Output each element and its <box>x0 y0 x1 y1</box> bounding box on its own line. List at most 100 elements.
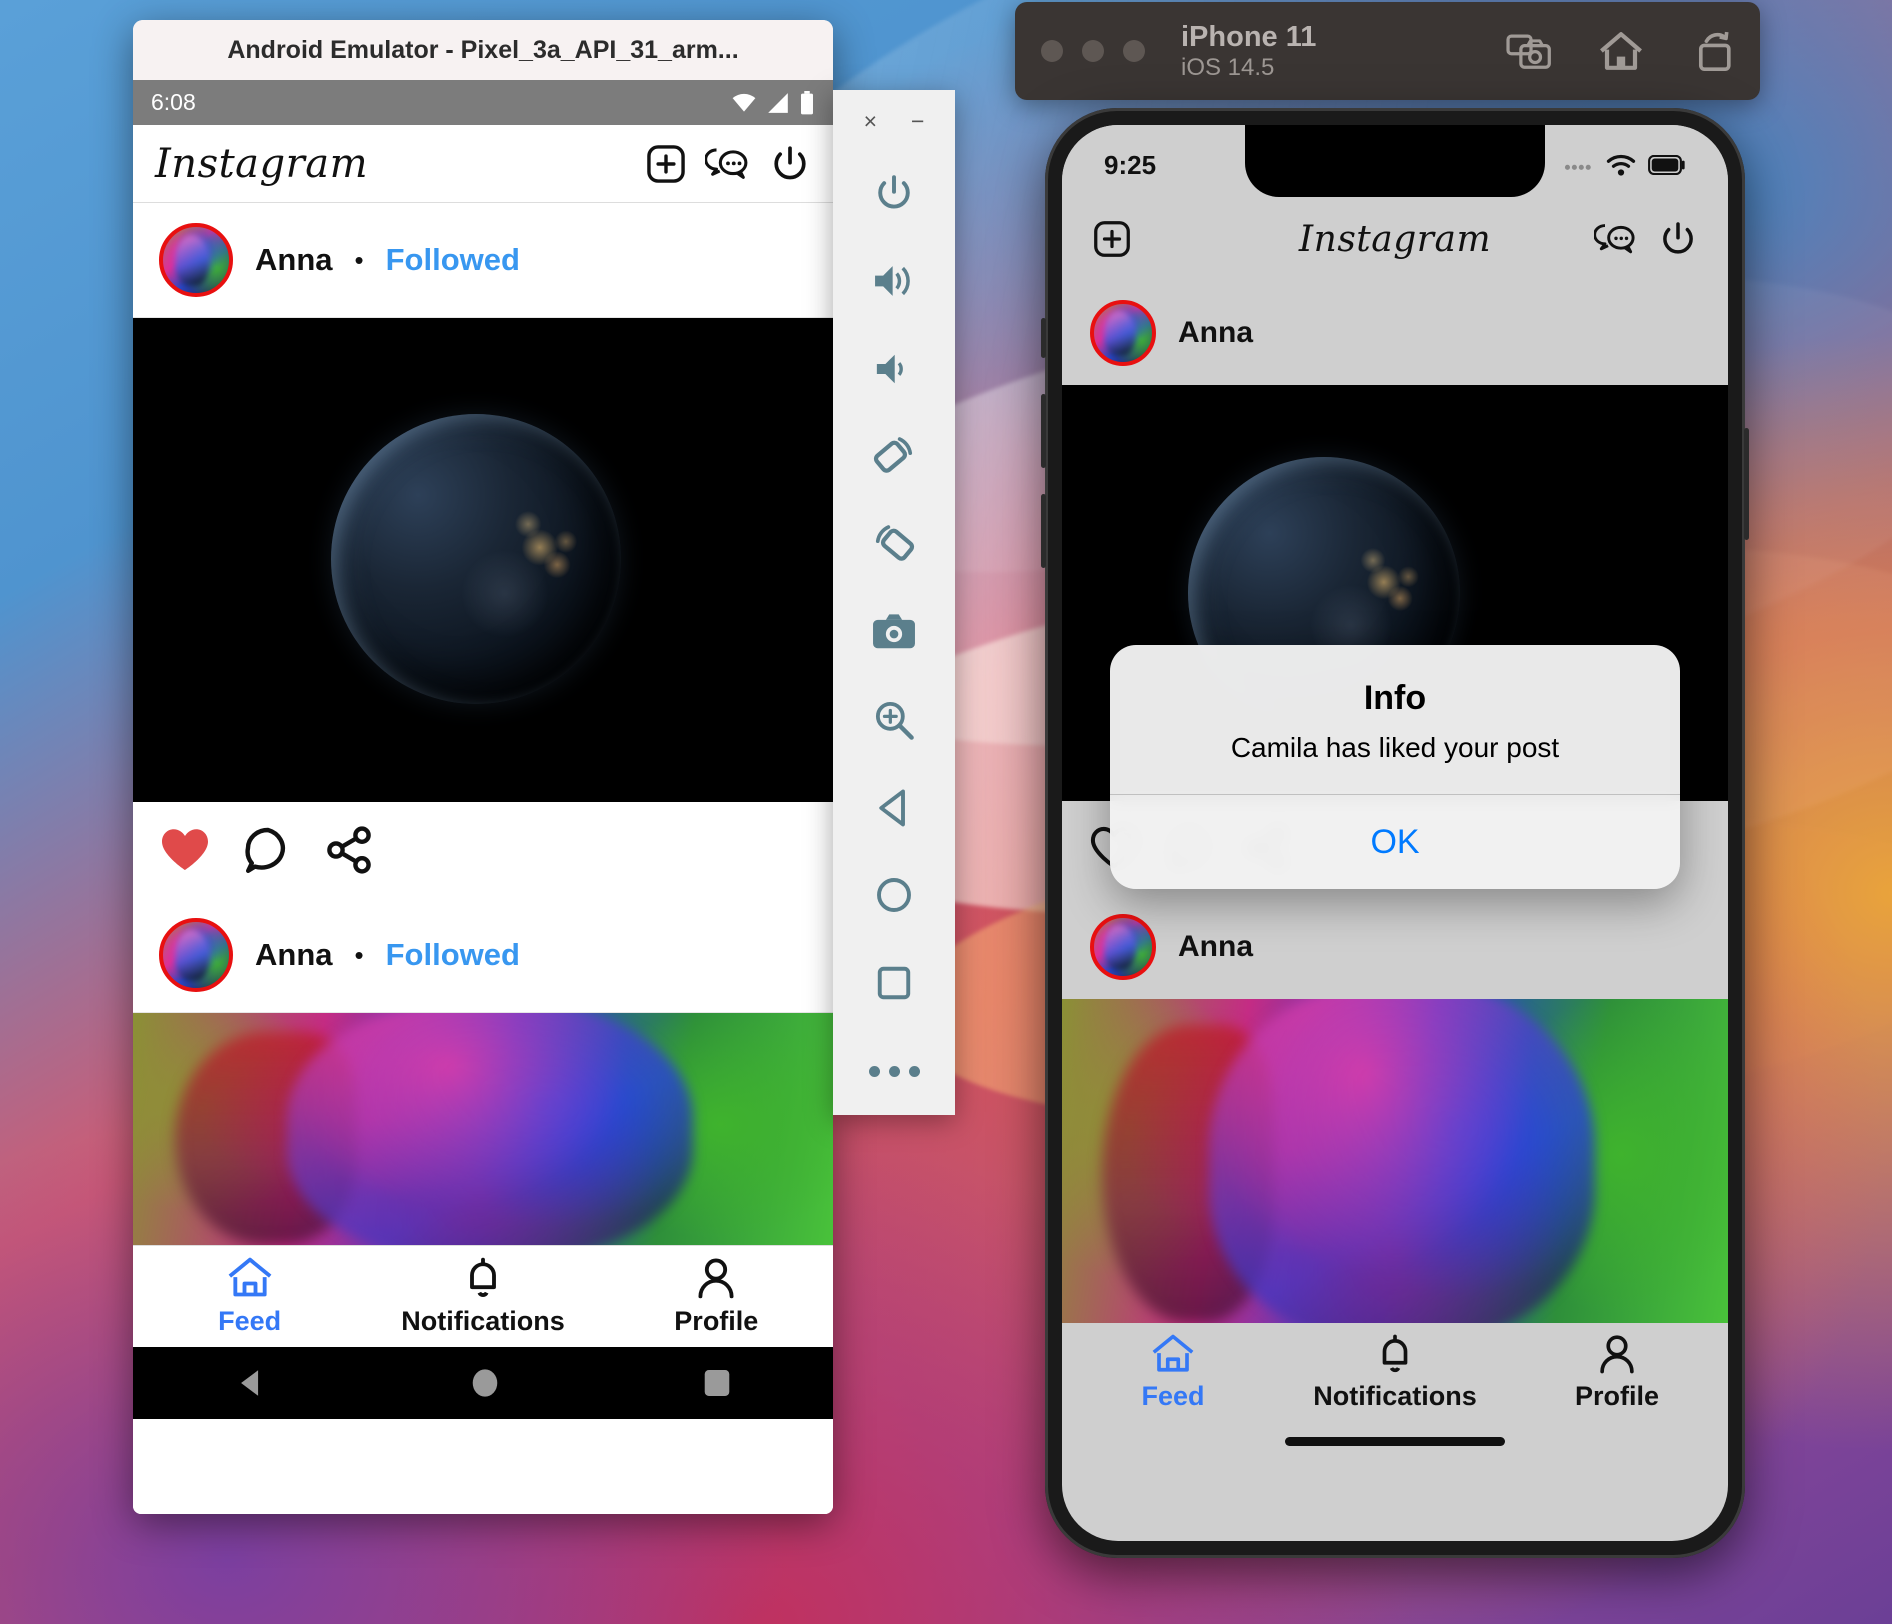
person-icon <box>698 1258 734 1299</box>
avatar[interactable] <box>159 223 233 297</box>
post-header[interactable]: Anna <box>1062 895 1728 999</box>
iphone-toolbar-actions <box>1506 30 1734 72</box>
android-tab-bar[interactable]: Feed Notifications Profile <box>133 1245 833 1347</box>
screenshot-icon[interactable] <box>1506 30 1552 72</box>
iphone-window-title-group: iPhone 11 iOS 14.5 <box>1181 21 1316 82</box>
post-image-portrait[interactable] <box>1062 999 1728 1323</box>
android-navigation-bar[interactable] <box>133 1347 833 1419</box>
emulator-volume-up-button[interactable] <box>833 237 955 325</box>
close-icon[interactable] <box>1041 40 1063 62</box>
minimize-icon[interactable] <box>1082 40 1104 62</box>
post-header[interactable]: Anna • Followed <box>133 203 833 318</box>
screenshot-camera-icon <box>873 614 915 649</box>
home-icon[interactable] <box>1598 30 1644 72</box>
rotate-icon[interactable] <box>1690 30 1734 72</box>
emulator-screenshot-button[interactable] <box>833 588 955 676</box>
post-username[interactable]: Anna <box>1178 316 1253 350</box>
direct-messages-icon[interactable] <box>705 144 751 184</box>
side-power-button[interactable] <box>1744 428 1749 540</box>
alert-title: Info <box>1363 679 1427 717</box>
tab-profile[interactable]: Profile <box>600 1246 833 1347</box>
battery-icon <box>801 90 813 114</box>
ios-app-bar: Instagram <box>1062 197 1728 281</box>
android-app-bar-actions <box>645 143 811 185</box>
iphone-device-frame: 9:25 Instagram Anna Anna Feed Notificati… <box>1041 108 1749 1558</box>
logout-power-icon[interactable] <box>1658 219 1698 259</box>
instagram-logo: Instagram <box>155 140 369 187</box>
tab-profile[interactable]: Profile <box>1506 1323 1728 1422</box>
avatar[interactable] <box>159 918 233 992</box>
ios-alert-dialog[interactable]: Info Camila has liked your post OK <box>1110 645 1680 889</box>
add-post-icon[interactable] <box>1092 219 1132 259</box>
tab-label: Notifications <box>401 1306 565 1336</box>
emulator-rotate-left-button[interactable] <box>833 412 955 500</box>
notch <box>1245 125 1545 197</box>
home-icon <box>228 1257 272 1297</box>
like-heart-icon[interactable] <box>159 826 211 874</box>
android-app-bar: Instagram <box>133 125 833 203</box>
post-image-portrait[interactable] <box>133 1013 833 1245</box>
mac-window-controls[interactable] <box>1041 40 1145 62</box>
emulator-rotate-right-button[interactable] <box>833 500 955 588</box>
emulator-back-button[interactable] <box>833 764 955 852</box>
emulator-window-controls[interactable]: × − <box>833 100 955 149</box>
tab-notifications[interactable]: Notifications <box>366 1246 599 1347</box>
back-triangle-icon[interactable] <box>234 1366 268 1400</box>
volume-up-button[interactable] <box>1041 394 1046 468</box>
minimize-icon[interactable]: − <box>911 110 924 133</box>
post-username[interactable]: Anna <box>255 937 333 973</box>
back-triangle-icon <box>879 789 905 827</box>
avatar[interactable] <box>1090 300 1156 366</box>
share-icon[interactable] <box>325 826 375 874</box>
android-window-titlebar[interactable]: Android Emulator - Pixel_3a_API_31_arm..… <box>133 20 833 80</box>
emulator-control-toolbar[interactable]: × − <box>833 90 955 1115</box>
home-indicator <box>1062 1428 1728 1454</box>
tab-label: Profile <box>1574 1381 1660 1411</box>
iphone-os-version: iOS 14.5 <box>1181 53 1275 81</box>
bell-icon <box>470 1257 496 1297</box>
earth-globe <box>331 414 621 704</box>
add-post-icon[interactable] <box>645 143 687 185</box>
maximize-icon[interactable] <box>1123 40 1145 62</box>
person-icon <box>1600 1335 1634 1374</box>
mute-switch[interactable] <box>1041 318 1046 358</box>
tab-feed[interactable]: Feed <box>133 1246 366 1347</box>
comment-icon[interactable] <box>243 826 293 874</box>
alert-ok-button[interactable]: OK <box>1110 795 1680 889</box>
emulator-home-button[interactable] <box>833 852 955 940</box>
emulator-volume-down-button[interactable] <box>833 325 955 413</box>
post-username[interactable]: Anna <box>255 242 333 278</box>
home-circle-icon <box>877 878 911 913</box>
iphone-device-screen[interactable]: 9:25 Instagram Anna Anna Feed Notificati… <box>1062 125 1728 1541</box>
emulator-zoom-button[interactable] <box>833 676 955 764</box>
close-icon[interactable]: × <box>864 110 877 133</box>
follow-state-label[interactable]: Followed <box>386 242 520 278</box>
emulator-power-button[interactable] <box>833 149 955 237</box>
post-image-earth[interactable] <box>133 318 833 802</box>
emulator-more-button[interactable] <box>833 1027 955 1115</box>
ios-status-clock: 9:25 <box>1104 149 1157 180</box>
android-status-icons <box>731 90 815 115</box>
recents-square-icon[interactable] <box>702 1366 732 1400</box>
ios-tab-bar[interactable]: Feed Notifications Profile <box>1062 1323 1728 1428</box>
tab-feed[interactable]: Feed <box>1062 1323 1284 1422</box>
more-options-icon <box>868 1065 920 1077</box>
iphone-simulator-window[interactable]: iPhone 11 iOS 14.5 9:25 Instagram Anna A… <box>1015 0 1760 1570</box>
post-username[interactable]: Anna <box>1178 930 1253 964</box>
follow-state-label[interactable]: Followed <box>386 937 520 973</box>
volume-down-button[interactable] <box>1041 494 1046 568</box>
android-status-clock: 6:08 <box>151 89 196 115</box>
post-header[interactable]: Anna • Followed <box>133 898 833 1013</box>
android-emulator-window[interactable]: Android Emulator - Pixel_3a_API_31_arm..… <box>133 20 833 1514</box>
wifi-icon <box>1606 154 1636 176</box>
logout-power-icon[interactable] <box>769 143 811 185</box>
tab-notifications[interactable]: Notifications <box>1284 1323 1506 1422</box>
home-circle-icon[interactable] <box>470 1366 500 1400</box>
avatar[interactable] <box>1090 914 1156 980</box>
post-header[interactable]: Anna <box>1062 281 1728 385</box>
android-device-screen[interactable]: 6:08 Instagram Anna • Followed Anna • Fo… <box>133 80 833 1514</box>
direct-messages-icon[interactable] <box>1594 220 1638 258</box>
emulator-overview-button[interactable] <box>833 939 955 1027</box>
android-window-title: Android Emulator - Pixel_3a_API_31_arm..… <box>227 35 739 64</box>
iphone-window-titlebar[interactable]: iPhone 11 iOS 14.5 <box>1015 2 1760 100</box>
